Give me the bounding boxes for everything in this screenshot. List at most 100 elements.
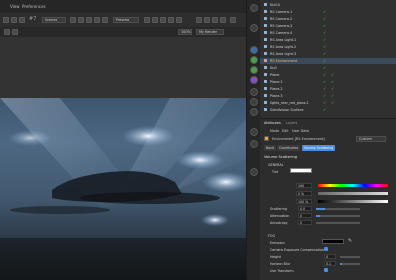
generator-icon[interactable] bbox=[250, 66, 258, 74]
tint-swatch[interactable] bbox=[290, 168, 312, 173]
list-item[interactable]: RS Area Light.3 ✓ bbox=[260, 51, 396, 57]
anisotropy-input[interactable]: 0 bbox=[298, 220, 312, 225]
visible-check-icon[interactable]: ✓ bbox=[323, 79, 326, 85]
list-item[interactable]: Null ✓ bbox=[260, 65, 396, 71]
tab-layers[interactable]: Layers bbox=[286, 121, 297, 125]
menu-edit[interactable]: Edit bbox=[282, 129, 289, 133]
lut-icon[interactable] bbox=[204, 17, 210, 23]
visible-check-icon[interactable]: ✓ bbox=[331, 79, 334, 85]
move-icon[interactable] bbox=[78, 17, 84, 23]
visible-check-icon[interactable]: ✓ bbox=[323, 9, 326, 15]
visible-check-icon[interactable]: ✓ bbox=[323, 37, 326, 43]
overlay-icon[interactable] bbox=[212, 17, 218, 23]
height-input[interactable]: 0 bbox=[324, 254, 336, 259]
channel-icon[interactable] bbox=[4, 29, 10, 35]
sphere-icon[interactable] bbox=[250, 140, 258, 148]
render-view-icon[interactable] bbox=[70, 17, 76, 23]
menu-mode[interactable]: Mode bbox=[270, 129, 279, 133]
list-item[interactable]: Plane.3 ✓ ✓ bbox=[260, 93, 396, 99]
render-dropdown[interactable]: My Render bbox=[196, 29, 224, 35]
render-viewport[interactable] bbox=[0, 98, 248, 280]
lock-icon[interactable] bbox=[102, 17, 108, 23]
visible-check-icon[interactable]: ✓ bbox=[323, 30, 326, 36]
list-item[interactable]: RS Camera.1 ✓ bbox=[260, 9, 396, 15]
tab-volume-scattering[interactable]: Volume Scattering bbox=[302, 145, 336, 151]
rotate-icon[interactable] bbox=[86, 17, 92, 23]
menu-preferences[interactable]: Preferences bbox=[22, 4, 46, 9]
scene-icon[interactable] bbox=[250, 88, 258, 96]
camera-dropdown[interactable]: Preview bbox=[113, 17, 139, 23]
attenuation-slider[interactable] bbox=[316, 215, 360, 217]
horizon-blur-slider[interactable] bbox=[340, 263, 360, 265]
hue-slider[interactable] bbox=[318, 184, 388, 187]
visible-check-icon[interactable]: ✓ bbox=[331, 93, 334, 99]
list-item[interactable]: Subdivision Surface ✓ bbox=[260, 107, 396, 113]
attenuation-input[interactable]: 0 bbox=[298, 213, 312, 218]
zoom-icon[interactable] bbox=[176, 17, 182, 23]
list-item[interactable]: Plane ✓ ✓ bbox=[260, 72, 396, 78]
tab-basic[interactable]: Basic bbox=[264, 145, 277, 151]
grid-icon[interactable] bbox=[19, 17, 25, 23]
list-item[interactable]: RS Camera.4 ✓ bbox=[260, 30, 396, 36]
visible-check-icon[interactable]: ✓ bbox=[323, 86, 326, 92]
color-value-2[interactable]: 0 % bbox=[296, 191, 312, 196]
color-value-3[interactable]: 100 % bbox=[296, 199, 312, 204]
redo-icon[interactable] bbox=[11, 17, 17, 23]
visible-check-icon[interactable]: ✓ bbox=[323, 107, 326, 113]
list-item[interactable]: RS Area Light.1 ✓ bbox=[260, 37, 396, 43]
list-item[interactable]: RS Camera.3 ✓ bbox=[260, 23, 396, 29]
tag-icon[interactable] bbox=[250, 128, 258, 136]
list-item[interactable]: RS Environment ✓ bbox=[260, 58, 396, 64]
filter-icon[interactable] bbox=[168, 17, 174, 23]
visible-check-icon[interactable]: ✓ bbox=[331, 100, 334, 106]
cube-icon[interactable] bbox=[250, 46, 258, 54]
horizon-blur-input[interactable]: 0.1 bbox=[324, 261, 336, 266]
settings-icon[interactable] bbox=[160, 17, 166, 23]
undo-icon[interactable] bbox=[3, 17, 9, 23]
visible-check-icon[interactable]: ✓ bbox=[331, 72, 334, 78]
visible-check-icon[interactable]: ✓ bbox=[323, 16, 326, 22]
tab-coordinates[interactable]: Coordinates bbox=[277, 145, 301, 151]
list-item[interactable]: RS Camera.2 ✓ bbox=[260, 16, 396, 22]
scope-dropdown[interactable]: Custom bbox=[356, 136, 386, 142]
light-icon[interactable] bbox=[250, 108, 258, 116]
visible-check-icon[interactable]: ✓ bbox=[323, 23, 326, 29]
camera-icon[interactable] bbox=[250, 98, 258, 106]
tab-attributes[interactable]: Attributes bbox=[264, 121, 281, 125]
eyedropper-icon[interactable]: ✎ bbox=[348, 238, 352, 244]
list-item[interactable]: Plane.1 ✓ ✓ bbox=[260, 79, 396, 85]
camera-exposure-checkbox[interactable] bbox=[324, 247, 328, 251]
mode-dropdown[interactable]: Scenes bbox=[42, 17, 66, 23]
list-item[interactable]: RS Area Light.2 ✓ bbox=[260, 44, 396, 50]
snapshot-icon[interactable] bbox=[152, 17, 158, 23]
visible-check-icon[interactable]: ✓ bbox=[323, 72, 326, 78]
scale-icon[interactable] bbox=[94, 17, 100, 23]
visible-check-icon[interactable]: ✓ bbox=[323, 51, 326, 57]
visible-check-icon[interactable]: ✓ bbox=[331, 86, 334, 92]
objects-icon[interactable] bbox=[250, 4, 258, 12]
paint-icon[interactable] bbox=[250, 168, 258, 176]
visible-check-icon[interactable]: ✓ bbox=[323, 44, 326, 50]
visible-check-icon[interactable]: ✓ bbox=[323, 65, 326, 71]
height-slider[interactable] bbox=[340, 256, 360, 258]
menu-view[interactable]: View bbox=[10, 4, 20, 9]
color-value-1[interactable]: 190 bbox=[296, 183, 312, 188]
list-item[interactable]: lights_rear_red_glass.1 ✓ ✓ bbox=[260, 100, 396, 106]
saturation-slider[interactable] bbox=[318, 192, 388, 195]
bucket-icon[interactable] bbox=[220, 17, 226, 23]
emission-swatch[interactable] bbox=[322, 239, 344, 244]
compare-icon[interactable] bbox=[196, 17, 202, 23]
materials-icon[interactable] bbox=[250, 24, 258, 32]
use-transform-checkbox[interactable] bbox=[324, 268, 328, 272]
region-icon[interactable] bbox=[144, 17, 150, 23]
menu-user-data[interactable]: User Data bbox=[292, 129, 309, 133]
scattering-input[interactable]: 0.0 bbox=[298, 206, 312, 211]
list-item[interactable]: Null.4 bbox=[260, 2, 396, 8]
list-item[interactable]: Plane.2 ✓ ✓ bbox=[260, 86, 396, 92]
exposure-icon[interactable] bbox=[12, 29, 18, 35]
visible-check-icon[interactable]: ✓ bbox=[323, 100, 326, 106]
visible-check-icon[interactable]: ✓ bbox=[323, 58, 326, 64]
spline-icon[interactable] bbox=[250, 56, 258, 64]
value-slider[interactable] bbox=[318, 200, 388, 203]
close-icon[interactable] bbox=[230, 17, 236, 23]
